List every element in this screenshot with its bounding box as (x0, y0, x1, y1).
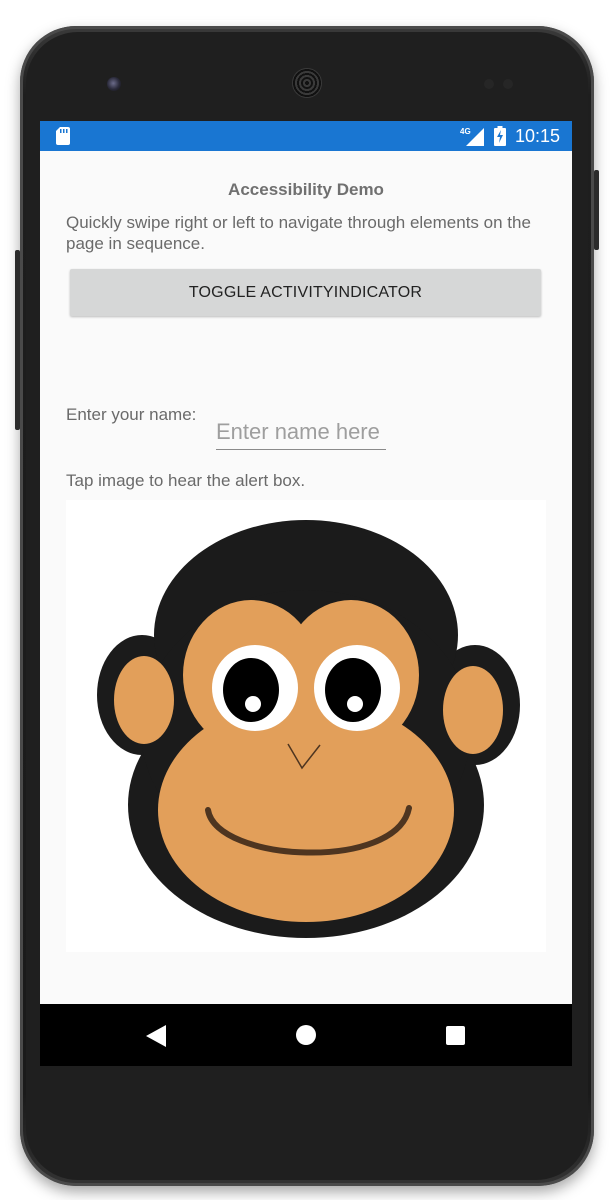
screen: 4G 10:15 Accessibility Demo Quickly swip… (40, 121, 572, 1066)
clock: 10:15 (515, 126, 561, 146)
monkey-face-icon (97, 520, 520, 938)
light-sensor (503, 79, 513, 89)
cell-signal-icon: 4G (460, 127, 484, 146)
monkey-image[interactable] (66, 500, 546, 952)
front-camera (107, 77, 121, 91)
page-title: Accessibility Demo (228, 180, 384, 199)
home-icon[interactable] (296, 1025, 316, 1045)
network-type-label: 4G (460, 127, 471, 136)
toggle-activityindicator-button[interactable]: TOGGLE ACTIVITYINDICATOR (70, 269, 541, 316)
app-content: Accessibility Demo Quickly swipe right o… (40, 151, 572, 1004)
proximity-sensor (484, 79, 494, 89)
image-caption: Tap image to hear the alert box. (66, 471, 306, 490)
sd-card-icon (56, 127, 70, 145)
name-input[interactable] (216, 415, 386, 450)
battery-charging-icon (494, 126, 506, 146)
navigation-bar (40, 1004, 572, 1066)
volume-button (15, 250, 20, 430)
instructions-text: Quickly swipe right or left to navigate … (66, 213, 531, 253)
back-icon[interactable] (146, 1025, 166, 1047)
name-label: Enter your name: (66, 405, 197, 424)
recents-icon[interactable] (446, 1026, 465, 1045)
status-bar: 4G 10:15 (40, 121, 572, 151)
power-button (594, 170, 599, 250)
earpiece-speaker (292, 68, 322, 98)
